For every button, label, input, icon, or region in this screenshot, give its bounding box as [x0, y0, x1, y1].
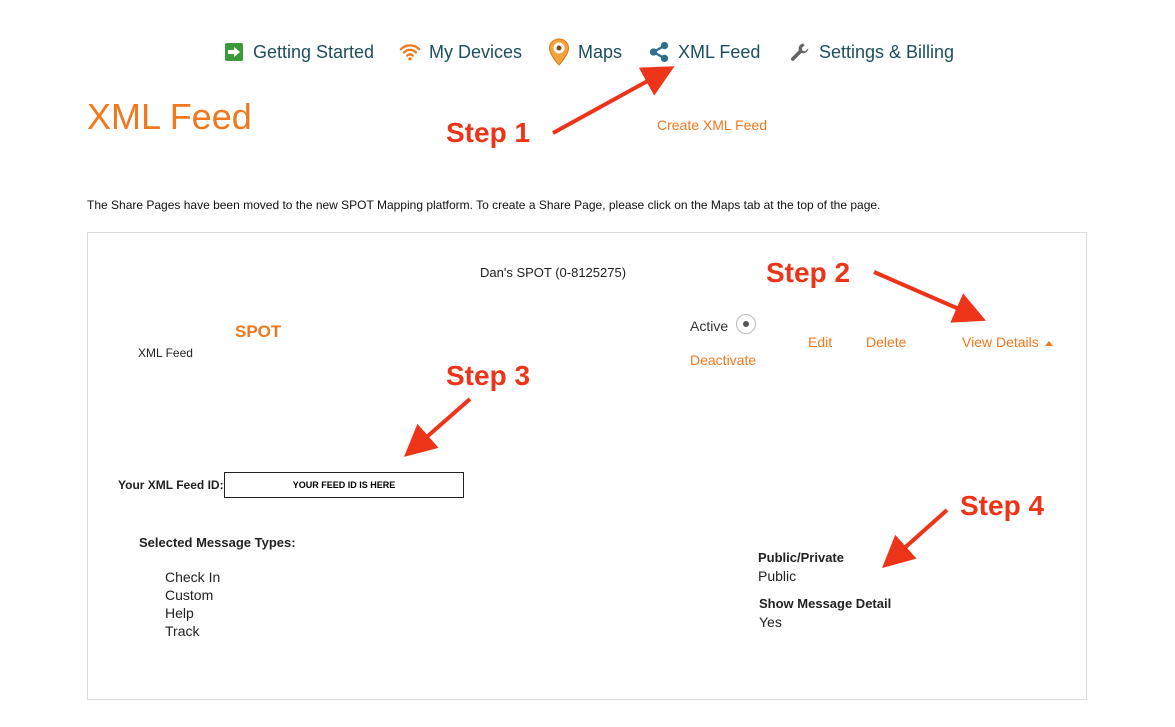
wifi-icon — [399, 39, 421, 65]
map-pin-icon — [548, 38, 570, 66]
step-4-annotation: Step 4 — [960, 490, 1045, 521]
nav-xml-feed[interactable]: XML Feed — [648, 38, 760, 66]
step-2-annotation: Step 2 — [766, 257, 851, 288]
deactivate-link[interactable]: Deactivate — [690, 352, 756, 368]
page-title: XML Feed — [87, 96, 252, 137]
show-message-detail-label: Show Message Detail — [759, 596, 892, 611]
caret-up-icon — [1044, 340, 1053, 346]
top-nav: Getting Started My Devices Maps XML Feed… — [0, 38, 1175, 66]
device-type: SPOT — [235, 322, 282, 341]
step-1-annotation: Step 1 — [446, 117, 531, 148]
nav-getting-started[interactable]: Getting Started — [223, 38, 374, 66]
create-xml-feed-link[interactable]: Create XML Feed — [657, 117, 767, 133]
edit-link[interactable]: Edit — [808, 334, 832, 350]
feed-type-label: XML Feed — [138, 346, 193, 360]
xml-feed-panel: Dan's SPOT (0-8125275) SPOT XML Feed Act… — [87, 232, 1087, 700]
delete-link[interactable]: Delete — [866, 334, 906, 350]
nav-getting-started-label: Getting Started — [253, 41, 375, 62]
list-item: Custom — [165, 587, 214, 603]
share-pages-notice: The Share Pages have been moved to the n… — [87, 198, 881, 212]
feed-id-field[interactable] — [224, 472, 464, 498]
feed-id-label: Your XML Feed ID: — [118, 478, 224, 492]
step-3-annotation: Step 3 — [446, 360, 531, 391]
show-message-detail-value: Yes — [759, 614, 782, 630]
nav-my-devices[interactable]: My Devices — [399, 38, 522, 66]
nav-xml-feed-label: XML Feed — [678, 41, 761, 62]
message-types-list: Check In Custom Help Track — [165, 568, 220, 640]
share-icon — [648, 39, 670, 65]
nav-settings-billing[interactable]: Settings & Billing — [789, 38, 954, 66]
view-details-label: View Details — [962, 334, 1039, 350]
nav-settings-billing-label: Settings & Billing — [819, 41, 955, 62]
active-radio[interactable] — [736, 314, 756, 334]
nav-maps[interactable]: Maps — [548, 38, 622, 66]
public-private-label: Public/Private — [758, 550, 844, 565]
list-item: Check In — [165, 569, 221, 585]
arrow-right-icon — [223, 39, 245, 65]
public-private-value: Public — [758, 568, 797, 584]
nav-my-devices-label: My Devices — [429, 41, 523, 62]
device-name: Dan's SPOT (0-8125275) — [480, 265, 627, 280]
nav-maps-label: Maps — [578, 41, 623, 62]
list-item: Help — [165, 605, 194, 621]
active-status-label: Active — [690, 318, 729, 334]
wrench-icon — [789, 39, 811, 65]
step-1-arrow — [552, 66, 675, 135]
view-details-link[interactable]: View Details — [962, 334, 1053, 350]
message-types-label: Selected Message Types: — [139, 535, 296, 550]
list-item: Track — [165, 623, 200, 639]
